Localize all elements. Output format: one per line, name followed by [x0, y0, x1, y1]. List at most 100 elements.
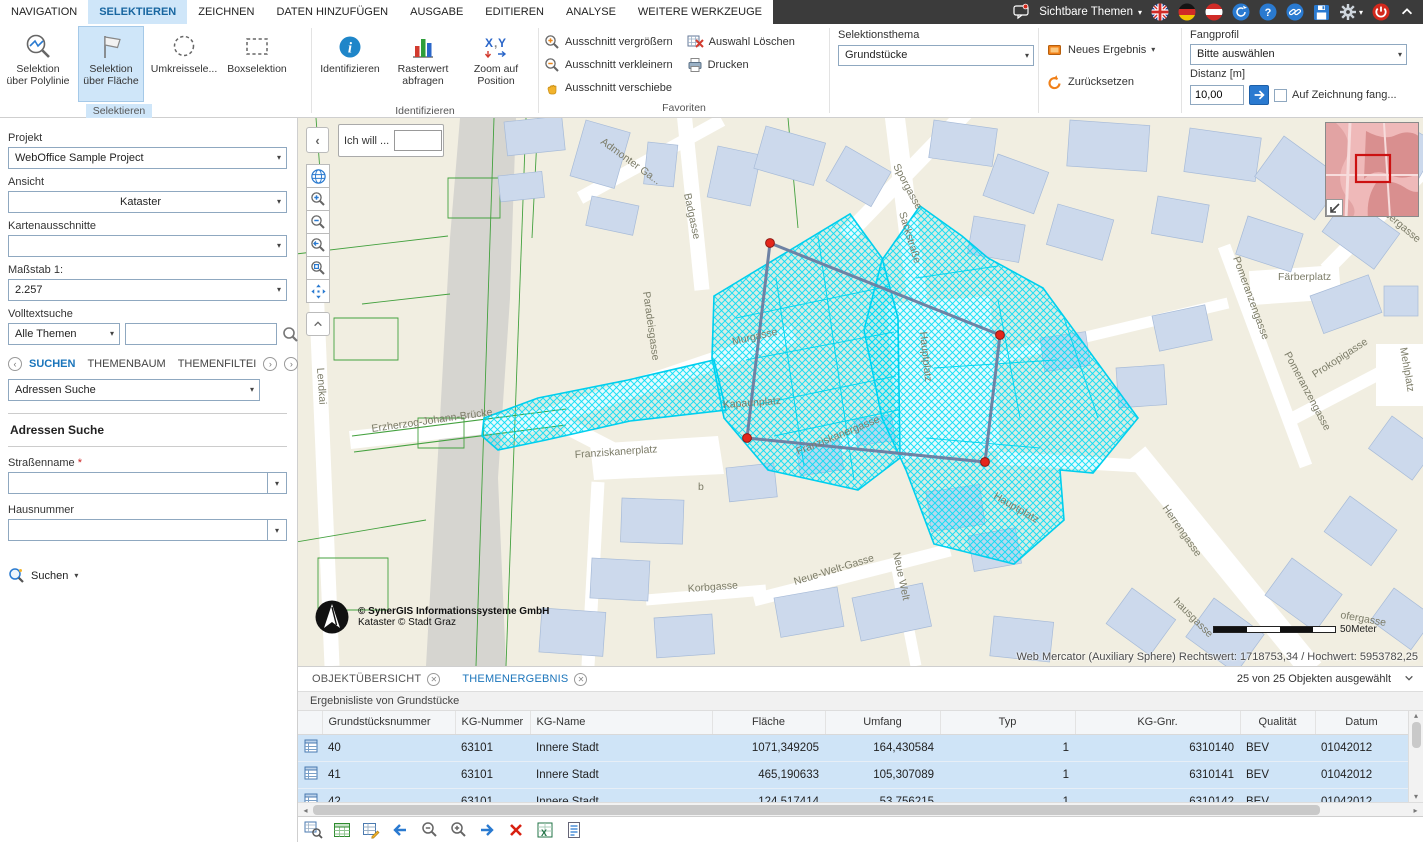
scroll-down-icon[interactable]: ▾ [1414, 792, 1418, 801]
vertical-scrollbar[interactable]: ▴ ▾ [1408, 711, 1423, 802]
collapse-panel-icon[interactable] [1403, 672, 1415, 687]
excel-export-icon[interactable]: X [535, 820, 555, 840]
notification-icon[interactable] [1012, 3, 1030, 21]
snap-profile-dropdown[interactable]: Bitte auswählen ▾ [1190, 44, 1407, 65]
menu-tab-analyse[interactable]: ANALYSE [555, 0, 627, 24]
identify-button[interactable]: i Identifizieren [317, 26, 383, 102]
previous-record-icon[interactable] [390, 820, 410, 840]
column-header[interactable]: KG-Gnr. [1075, 711, 1240, 734]
menu-tab-zeichnen[interactable]: ZEICHNEN [187, 0, 265, 24]
collapse-ribbon-icon[interactable] [1399, 4, 1415, 20]
remove-selection-icon[interactable] [506, 820, 526, 840]
menu-tab-navigation[interactable]: NAVIGATION [0, 0, 88, 24]
raster-value-button[interactable]: Rasterwert abfragen [390, 26, 456, 102]
collapse-tools-icon[interactable] [306, 312, 330, 336]
extent-zoom-out-button[interactable]: Ausschnitt verkleinern [544, 53, 673, 76]
apply-distance-button[interactable] [1249, 85, 1269, 105]
zoom-to-position-button[interactable]: X,Y Zoom auf Position [463, 26, 529, 102]
new-result-button[interactable]: Neues Ergebnis ▾ [1047, 38, 1155, 61]
column-header[interactable]: Fläche [712, 711, 825, 734]
menu-tab-daten-hinzufügen[interactable]: DATEN HINZUFÜGEN [265, 0, 399, 24]
scrollbar-thumb[interactable] [313, 805, 1320, 815]
settings-gear-icon[interactable]: ▾ [1339, 3, 1363, 21]
select-by-box-button[interactable]: Boxselektion [224, 26, 290, 102]
logout-power-icon[interactable] [1372, 3, 1390, 21]
save-icon[interactable] [1313, 4, 1330, 21]
pan-extent-button[interactable]: Ausschnitt verschiebe [544, 76, 673, 99]
clear-selection-button[interactable]: Auswahl Löschen [687, 30, 795, 53]
search-button[interactable]: Suchen ▾ [8, 567, 287, 584]
menu-tab-weitere-werkzeuge[interactable]: WEITERE WERKZEUGE [627, 0, 773, 24]
close-icon[interactable]: ✕ [427, 673, 440, 686]
column-header[interactable]: KG-Name [530, 711, 712, 734]
tabs-scroll-left-icon[interactable]: ‹ [8, 357, 22, 371]
language-en-flag-icon[interactable] [1151, 3, 1169, 21]
horizontal-scrollbar[interactable]: ◂ ▸ [298, 802, 1423, 817]
sidebar-tab-themenbaum[interactable]: THEMENBAUM [87, 358, 165, 370]
fulltext-scope-dropdown[interactable]: Alle Themen▾ [8, 323, 120, 345]
print-button[interactable]: Drucken [687, 53, 795, 76]
language-de-flag-icon[interactable] [1178, 3, 1196, 21]
row-detail-icon[interactable] [298, 734, 322, 761]
table-row[interactable]: 4263101Innere Stadt124,51741453,75621516… [298, 788, 1408, 802]
language-at-flag-icon[interactable] [1205, 3, 1223, 21]
column-header[interactable]: Qualität [1240, 711, 1315, 734]
selection-theme-dropdown[interactable]: Grundstücke ▾ [838, 45, 1034, 66]
select-by-circle-button[interactable]: Umkreissele... [151, 26, 217, 102]
fulltext-search-button[interactable] [282, 323, 299, 345]
collapse-sidebar-button[interactable]: ‹ [306, 127, 329, 153]
table-row[interactable]: 4063101Innere Stadt1071,349205164,430584… [298, 734, 1408, 761]
zoom-out-record-icon[interactable] [419, 820, 439, 840]
sidebar-tab-themenfiltei[interactable]: THEMENFILTEI [178, 358, 257, 370]
extent-zoom-in-button[interactable]: Ausschnitt vergrößern [544, 30, 673, 53]
map-extents-dropdown[interactable]: ▾ [8, 235, 287, 257]
full-extent-icon[interactable] [306, 256, 330, 280]
column-header[interactable]: Grundstücksnummer [322, 711, 455, 734]
table-row[interactable]: 4163101Innere Stadt465,190633105,3070891… [298, 761, 1408, 788]
row-detail-icon[interactable] [298, 788, 322, 802]
scroll-left-icon[interactable]: ◂ [298, 806, 313, 815]
column-header[interactable]: Datum [1315, 711, 1408, 734]
tabs-overflow-icon[interactable]: › [284, 357, 298, 371]
zoom-in-record-icon[interactable] [448, 820, 468, 840]
snap-drawing-checkbox[interactable] [1274, 89, 1287, 102]
column-header[interactable]: Umfang [825, 711, 940, 734]
panel-tab-objektübersicht[interactable]: OBJEKTÜBERSICHT✕ [312, 673, 440, 686]
street-name-dropdown-button[interactable]: ▾ [267, 472, 287, 494]
house-number-input[interactable] [8, 519, 267, 541]
menu-tab-ausgabe[interactable]: AUSGABE [399, 0, 474, 24]
ich-will-widget[interactable]: Ich will ... [338, 124, 444, 157]
refresh-icon[interactable] [1232, 3, 1250, 21]
select-by-area-button[interactable]: Selektion über Fläche [78, 26, 144, 102]
distance-input[interactable] [1190, 85, 1244, 105]
house-number-dropdown-button[interactable]: ▾ [267, 519, 287, 541]
column-header[interactable]: Typ [940, 711, 1075, 734]
panel-tab-themenergebnis[interactable]: THEMENERGEBNIS✕ [462, 673, 587, 686]
fulltext-search-input[interactable] [125, 323, 277, 345]
next-record-icon[interactable] [477, 820, 497, 840]
pan-center-icon[interactable] [306, 279, 330, 303]
link-icon[interactable] [1286, 3, 1304, 21]
search-type-dropdown[interactable]: Adressen Suche▾ [8, 379, 260, 401]
scroll-up-icon[interactable]: ▴ [1414, 711, 1418, 720]
row-detail-icon[interactable] [298, 761, 322, 788]
scrollbar-thumb[interactable] [1412, 722, 1421, 748]
tabs-scroll-right-icon[interactable]: › [263, 357, 277, 371]
select-by-polyline-button[interactable]: Selektion über Polylinie [5, 26, 71, 102]
edit-table-icon[interactable] [361, 820, 381, 840]
report-icon[interactable] [564, 820, 584, 840]
open-table-icon[interactable] [332, 820, 352, 840]
zoom-out-icon[interactable] [306, 210, 330, 234]
scale-dropdown[interactable]: 2.257▾ [8, 279, 287, 301]
view-dropdown[interactable]: Kataster▾ [8, 191, 287, 213]
zoom-in-icon[interactable] [306, 187, 330, 211]
scroll-right-icon[interactable]: ▸ [1408, 806, 1423, 815]
globe-icon[interactable] [306, 164, 330, 188]
overview-map[interactable] [1325, 122, 1419, 217]
menu-tab-selektieren[interactable]: SELEKTIEREN [88, 0, 187, 24]
help-icon[interactable]: ? [1259, 3, 1277, 21]
close-icon[interactable]: ✕ [574, 673, 587, 686]
street-name-input[interactable] [8, 472, 267, 494]
ich-will-input[interactable] [394, 130, 442, 151]
visible-themes-dropdown[interactable]: Sichtbare Themen ▾ [1039, 6, 1142, 18]
